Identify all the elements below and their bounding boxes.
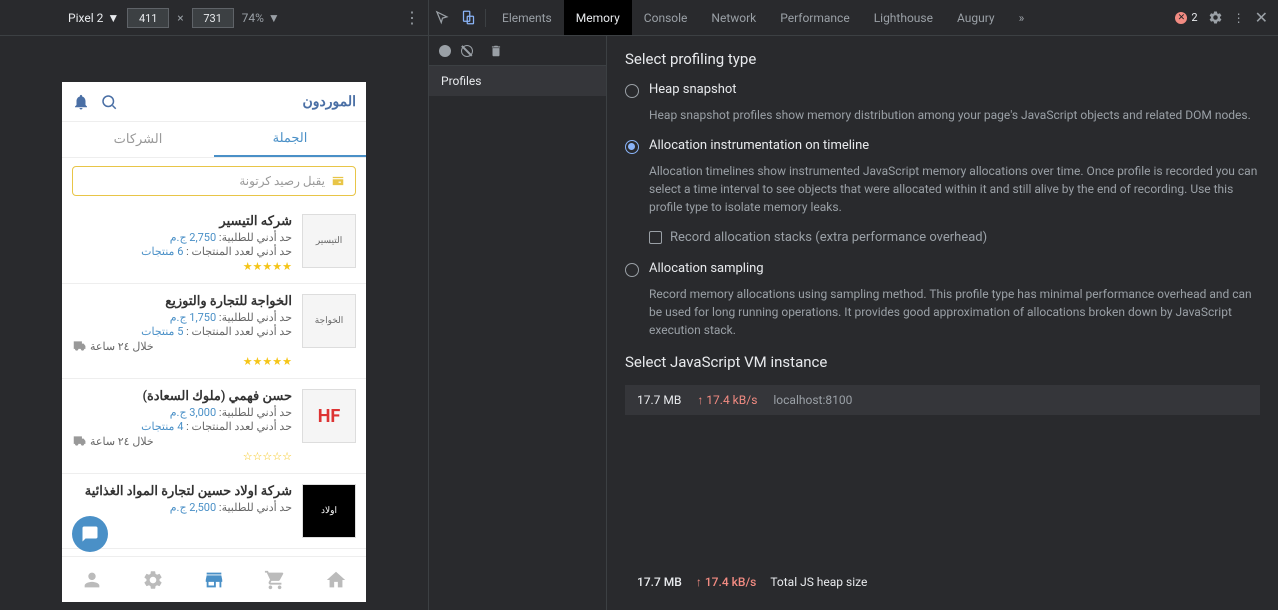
memory-main: Select profiling type Heap snapshot Heap… [607, 36, 1278, 610]
record-stacks-checkbox[interactable]: Record allocation stacks (extra performa… [625, 230, 1260, 245]
supplier-name: حسن فهمي (ملوك السعادة) [72, 389, 292, 404]
profiles-label[interactable]: Profiles [429, 66, 606, 96]
supplier-list: التيسير شركه التيسير حد أدني للطلبية: 2,… [62, 204, 366, 564]
chat-button[interactable] [72, 516, 108, 552]
search-placeholder: يقبل رصيد كرتونة [239, 174, 325, 188]
trash-icon[interactable] [489, 44, 503, 58]
option-description: Record memory allocations using sampling… [625, 285, 1260, 339]
total-heap-label: Total JS heap size [770, 575, 867, 589]
supplier-name: شركة اولاد حسين لتجارة المواد الغذائية [72, 484, 292, 499]
device-toolbar: Pixel 2 ▼ 411 × 731 74% ▼ ⋮ [0, 0, 428, 36]
device-select[interactable]: Pixel 2 ▼ [8, 11, 119, 25]
total-heap-size: 17.7 MB [637, 575, 682, 589]
more-tabs-icon[interactable]: » [1007, 0, 1037, 35]
error-icon: ✕ [1175, 12, 1187, 24]
settings-icon[interactable] [142, 569, 164, 591]
total-heap-rate: ↑ 17.4 kB/s [696, 575, 756, 589]
category-tabs: الشركات الجملة [62, 122, 366, 158]
gear-icon[interactable] [1208, 10, 1223, 25]
tab-lighthouse[interactable]: Lighthouse [862, 0, 945, 35]
bottom-nav [62, 556, 366, 602]
truck-icon [72, 434, 86, 448]
supplier-logo: HF [302, 389, 356, 443]
width-input[interactable]: 411 [127, 8, 169, 28]
option-allocation-timeline[interactable]: Allocation instrumentation on timeline [625, 138, 1260, 154]
supplier-name: الخواجة للتجارة والتوزيع [72, 294, 292, 309]
record-button[interactable] [439, 45, 451, 57]
list-item[interactable]: HF حسن فهمي (ملوك السعادة) حد أدني للطلب… [62, 379, 366, 474]
vm-host: localhost:8100 [773, 393, 852, 407]
vm-size: 17.7 MB [637, 393, 681, 407]
devtools-panel: Elements Memory Console Network Performa… [428, 0, 1278, 610]
truck-icon [72, 339, 86, 353]
inspect-icon[interactable] [429, 0, 455, 36]
vm-instance-title: Select JavaScript VM instance [625, 353, 1260, 371]
wallet-icon [331, 174, 345, 188]
radio-icon [625, 140, 639, 154]
radio-icon [625, 263, 639, 277]
vm-instance-row[interactable]: 17.7 MB ↑ 17.4 kB/s localhost:8100 [625, 385, 1260, 415]
tab-augury[interactable]: Augury [945, 0, 1007, 35]
phone-viewport: الموردون الشركات الجملة يقبل رصيد كرتونة… [62, 82, 366, 602]
supplier-logo: الخواجة [302, 294, 356, 348]
profiles-sidebar: Profiles [429, 36, 607, 610]
option-description: Allocation timelines show instrumented J… [625, 162, 1260, 216]
delivery-time: خلال ٢٤ ساعة [72, 434, 292, 448]
profiling-type-title: Select profiling type [625, 50, 1260, 68]
star-rating: ☆☆☆☆☆ [72, 450, 292, 463]
cart-icon[interactable] [264, 569, 286, 591]
dimension-separator: × [177, 11, 183, 25]
search-icon[interactable] [100, 93, 118, 111]
checkbox-icon [649, 231, 662, 244]
bell-icon[interactable] [72, 93, 90, 111]
radio-icon [625, 84, 639, 98]
tab-console[interactable]: Console [632, 0, 700, 35]
vm-rate: ↑ 17.4 kB/s [697, 393, 757, 407]
devtools-more-icon[interactable]: ⋮ [1233, 11, 1245, 25]
height-input[interactable]: 731 [192, 8, 234, 28]
device-toolbar-more-icon[interactable]: ⋮ [404, 8, 420, 27]
tab-performance[interactable]: Performance [768, 0, 861, 35]
list-item[interactable]: الخواجة الخواجة للتجارة والتوزيع حد أدني… [62, 284, 366, 379]
option-heap-snapshot[interactable]: Heap snapshot [625, 82, 1260, 98]
supplier-logo: اولاد [302, 484, 356, 538]
search-input[interactable]: يقبل رصيد كرتونة [72, 166, 356, 196]
tab-memory[interactable]: Memory [564, 0, 632, 35]
tab-elements[interactable]: Elements [490, 0, 564, 35]
profile-icon[interactable] [81, 569, 103, 591]
error-badge[interactable]: ✕ 2 [1175, 11, 1197, 24]
device-toggle-icon[interactable] [455, 0, 481, 36]
devtools-header: Elements Memory Console Network Performa… [429, 0, 1278, 36]
store-icon[interactable] [203, 569, 225, 591]
option-allocation-sampling[interactable]: Allocation sampling [625, 261, 1260, 277]
tab-network[interactable]: Network [699, 0, 768, 35]
list-item[interactable]: التيسير شركه التيسير حد أدني للطلبية: 2,… [62, 204, 366, 284]
star-rating: ★★★★★ [72, 355, 292, 368]
home-icon[interactable] [325, 569, 347, 591]
supplier-name: شركه التيسير [72, 214, 292, 229]
clear-button[interactable] [461, 45, 473, 57]
app-header: الموردون [62, 82, 366, 122]
app-title: الموردون [302, 94, 356, 110]
tab-wholesale[interactable]: الجملة [214, 122, 366, 157]
chat-icon [81, 525, 99, 543]
option-description: Heap snapshot profiles show memory distr… [625, 106, 1260, 124]
tab-companies[interactable]: الشركات [62, 122, 214, 157]
star-rating: ★★★★★ [72, 260, 292, 273]
zoom-select[interactable]: 74% ▼ [242, 11, 280, 25]
close-icon[interactable]: ✕ [1255, 8, 1268, 27]
heap-footer: 17.7 MB ↑ 17.4 kB/s Total JS heap size [625, 565, 1260, 599]
supplier-logo: التيسير [302, 214, 356, 268]
delivery-time: خلال ٢٤ ساعة [72, 339, 292, 353]
